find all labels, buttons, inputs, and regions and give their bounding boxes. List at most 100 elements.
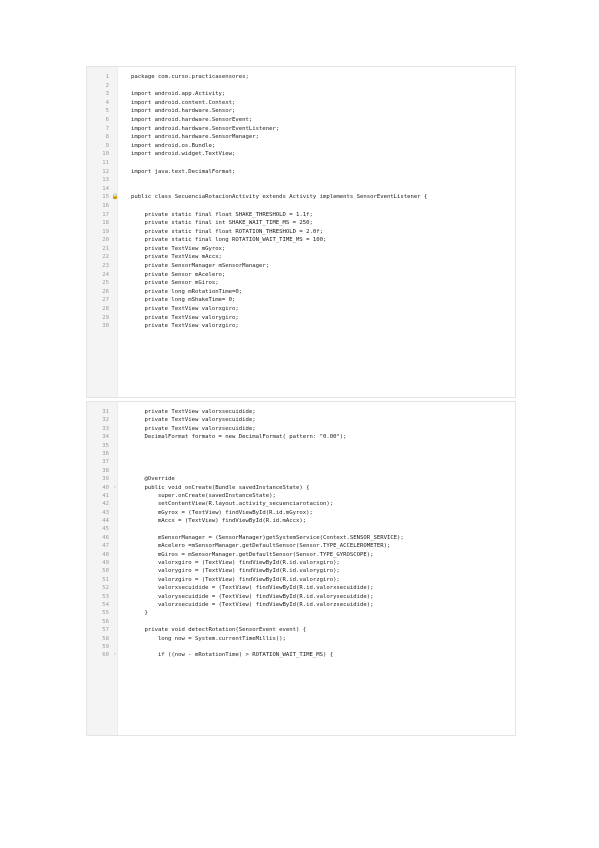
- code-text: private TextView mGyrox;: [131, 245, 226, 252]
- code-text: import android.content.Context;: [131, 99, 236, 106]
- code-line: 14: [87, 185, 515, 194]
- code-text: package com.curso.practicasensores;: [131, 74, 249, 80]
- code-text: private static final int SHAKE_WAIT_TIME…: [131, 220, 313, 227]
- code-line: 4 import android.content.Context;: [87, 99, 515, 108]
- line-number: 15: [102, 194, 109, 201]
- line-number: 26: [102, 288, 109, 295]
- line-number: 41: [102, 492, 109, 499]
- line-number: 6: [105, 116, 109, 123]
- code-line: 6 import android.hardware.SensorEvent;: [87, 116, 515, 125]
- line-number: 36: [102, 450, 109, 457]
- code-text: private long mRotationTime=0;: [131, 288, 243, 295]
- code-line: 13: [87, 176, 515, 185]
- line-number: 38: [102, 467, 109, 474]
- line-number: 60: [102, 652, 109, 659]
- code-text: valorygiro = (TextView) findViewById(R.i…: [131, 568, 340, 575]
- line-number: 31: [102, 409, 109, 415]
- fold-marker-icon: ◦: [113, 484, 117, 491]
- line-number: 2: [105, 82, 109, 89]
- code-line: 22 private TextView mAccx;: [87, 253, 515, 262]
- code-text: private static final float ROTATION_THRE…: [131, 228, 323, 235]
- code-text: mSensorManager = (SensorManager)getSyste…: [131, 534, 404, 541]
- code-text: setContentView(R.layout.activity_secuenc…: [131, 501, 334, 508]
- line-number: 28: [102, 306, 109, 313]
- code-line: 18 private static final int SHAKE_WAIT_T…: [87, 219, 515, 228]
- line-number: 58: [102, 635, 109, 642]
- line-number: 54: [102, 601, 109, 608]
- code-line: 10 import android.widget.TextView;: [87, 150, 515, 159]
- code-text: private void detectRotation(SensorEvent …: [131, 627, 307, 634]
- fold-marker-icon: ◦: [113, 652, 117, 659]
- code-text: valorxgiro = (TextView) findViewById(R.i…: [131, 560, 340, 567]
- line-number: 47: [102, 543, 109, 550]
- code-line: 47 mAcelero =mSensorManager.getDefaultSe…: [87, 542, 515, 550]
- code-line: 59: [87, 643, 515, 651]
- code-text: private long mShakeTime= 0;: [131, 297, 236, 304]
- code-text: mAccx = (TextView) findViewById(R.id.mAc…: [131, 518, 307, 525]
- code-line: 60 ◦ if ((now - mRotationTime) > ROTATION…: [87, 651, 515, 659]
- lock-icon: 🔒: [111, 194, 119, 201]
- code-text: import android.hardware.SensorEvent;: [131, 116, 253, 123]
- line-number: 56: [102, 618, 109, 625]
- code-line: 20 private static final long ROTATION_WA…: [87, 236, 515, 245]
- code-text: private Sensor mGiros;: [131, 280, 219, 287]
- line-number: 45: [102, 526, 109, 533]
- code-text: if ((now - mRotationTime) > ROTATION_WAI…: [131, 652, 334, 659]
- code-line: 25 private Sensor mGiros;: [87, 279, 515, 288]
- line-number: 37: [102, 459, 109, 466]
- code-text: private TextView valorxgiro;: [131, 306, 239, 313]
- code-line: 50 valorygiro = (TextView) findViewById(…: [87, 567, 515, 575]
- code-line: 38: [87, 467, 515, 475]
- code-line: 43 mGyrox = (TextView) findViewById(R.id…: [87, 509, 515, 517]
- code-block-1: 1 package com.curso.practicasensores; 2 3 im…: [86, 66, 516, 398]
- code-line: 54 valorzsecuidide = (TextView) findView…: [87, 601, 515, 609]
- code-line: 55 }: [87, 609, 515, 617]
- code-text: import android.hardware.Sensor;: [131, 108, 236, 115]
- code-line: 35: [87, 442, 515, 450]
- code-text: private TextView valorygiro;: [131, 314, 239, 321]
- code-text: long now = System.currentTimeMillis();: [131, 635, 286, 642]
- line-number: 30: [102, 323, 109, 330]
- line-number: 16: [102, 202, 109, 209]
- code-text: valorxsecuidide = (TextView) findViewByI…: [131, 585, 374, 592]
- code-text: valorzsecuidide = (TextView) findViewByI…: [131, 601, 374, 608]
- code-line: 9 import android.os.Bundle;: [87, 142, 515, 151]
- code-line: 16: [87, 202, 515, 211]
- code-text: import android.hardware.SensorManager;: [131, 134, 259, 141]
- code-line: 17 private static final float SHAKE_THRE…: [87, 211, 515, 220]
- line-number: 3: [105, 91, 109, 98]
- code-text: mGiros = mSensorManager.getDefaultSensor…: [131, 551, 374, 558]
- code-text: private TextView valorxsecuidide;: [131, 409, 256, 415]
- code-line: 32 private TextView valorysecuidide;: [87, 416, 515, 424]
- line-number: 51: [102, 576, 109, 583]
- code-text: mGyrox = (TextView) findViewById(R.id.mG…: [131, 509, 313, 516]
- code-line: 12 import java.text.DecimalFormat;: [87, 168, 515, 177]
- line-number: 23: [102, 263, 109, 270]
- line-number: 13: [102, 177, 109, 184]
- code-line: 19 private static final float ROTATION_T…: [87, 228, 515, 237]
- code-line: 21 private TextView mGyrox;: [87, 245, 515, 254]
- line-number: 42: [102, 501, 109, 508]
- line-number: 57: [102, 627, 109, 634]
- code-text: DecimalFormat formato = new DecimalForma…: [131, 434, 347, 441]
- code-line: 36: [87, 450, 515, 458]
- code-line: 48 mGiros = mSensorManager.getDefaultSen…: [87, 551, 515, 559]
- line-number: 24: [102, 271, 109, 278]
- line-number: 27: [102, 297, 109, 304]
- code-line: 53 valorysecuidide = (TextView) findView…: [87, 593, 515, 601]
- code-line: 1 package com.curso.practicasensores;: [87, 73, 515, 82]
- code-lines: 31 private TextView valorxsecuidide; 32 p…: [87, 408, 515, 660]
- line-number: 12: [102, 168, 109, 175]
- code-text: }: [131, 610, 148, 617]
- line-number: 35: [102, 442, 109, 449]
- code-line: 2: [87, 82, 515, 91]
- code-text: valorysecuidide = (TextView) findViewByI…: [131, 593, 374, 600]
- line-number: 33: [102, 425, 109, 432]
- code-text: private SensorManager mSensorManager;: [131, 263, 270, 270]
- code-line: 56: [87, 618, 515, 626]
- code-line: 24 private Sensor mAcelero;: [87, 271, 515, 280]
- code-line: 15 🔒 public class SecuenciaRotacionActivit…: [87, 193, 515, 202]
- code-line: 52 valorxsecuidide = (TextView) findView…: [87, 584, 515, 592]
- line-number: 14: [102, 185, 109, 192]
- code-text: private static final float SHAKE_THRESHO…: [131, 211, 313, 218]
